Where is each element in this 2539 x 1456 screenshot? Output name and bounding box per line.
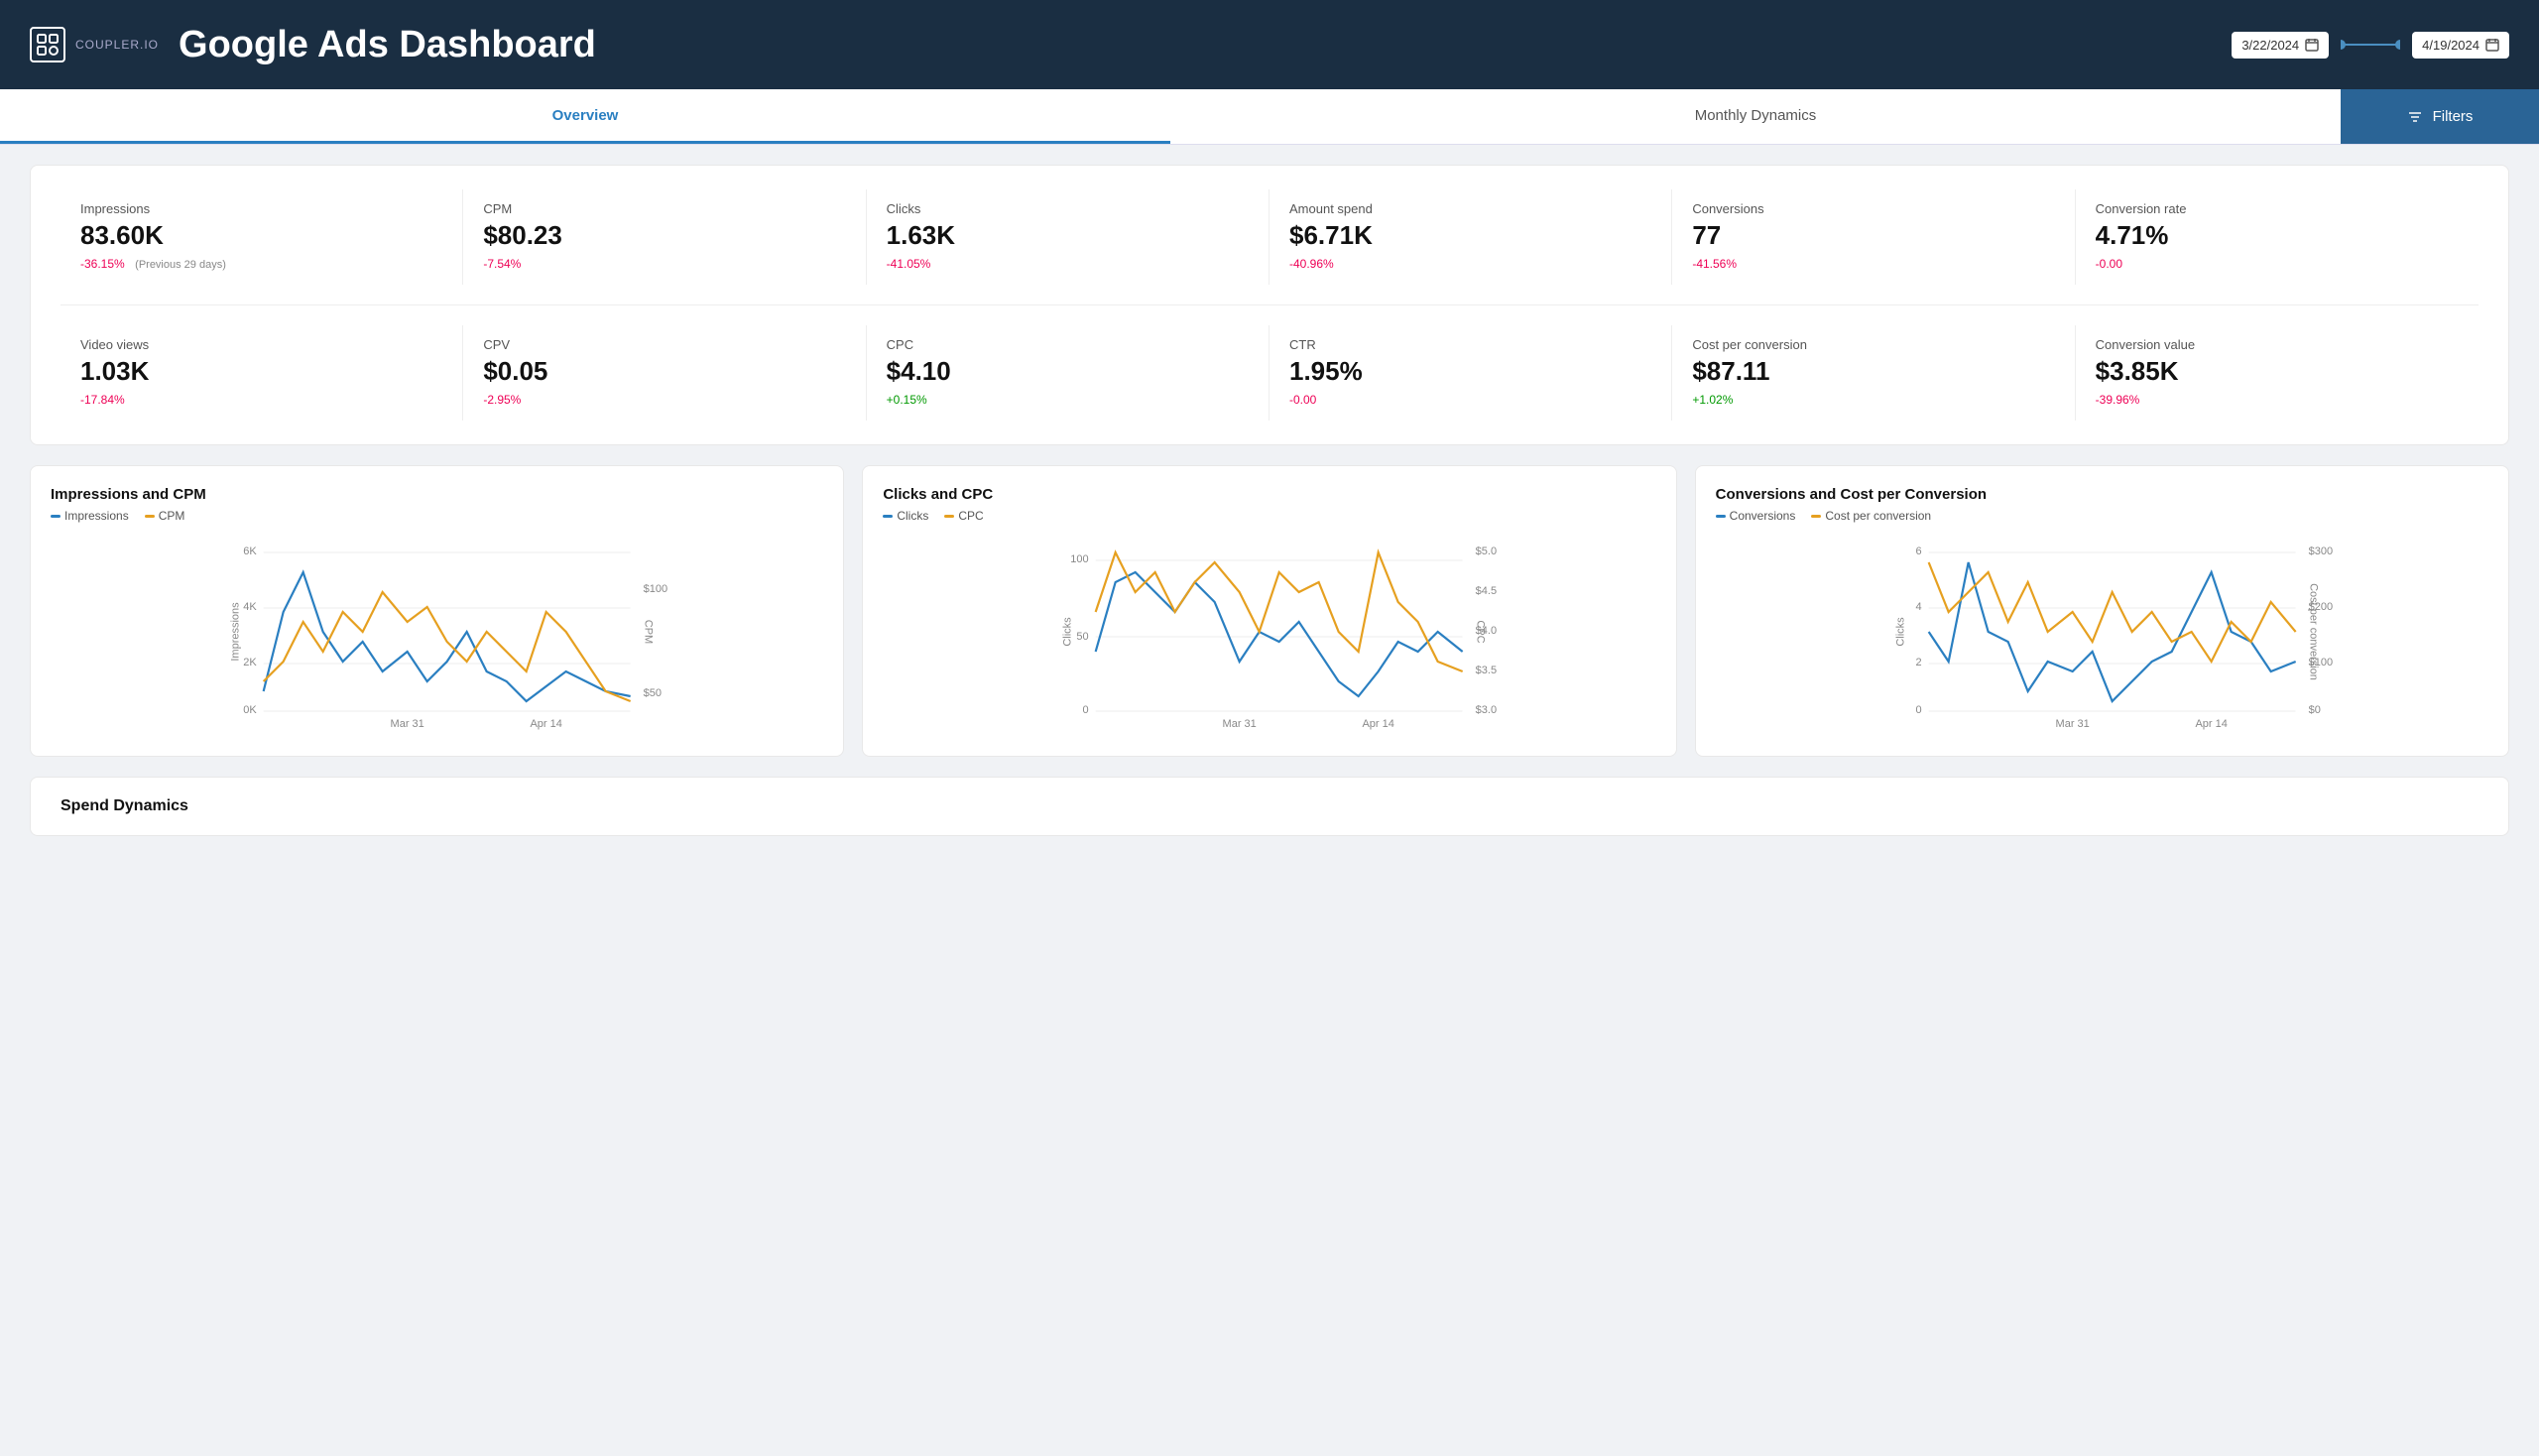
metric-conversions: Conversions 77 -41.56% — [1672, 189, 2075, 285]
svg-text:Mar 31: Mar 31 — [391, 718, 424, 730]
filters-button[interactable]: Filters — [2341, 89, 2539, 144]
svg-text:Clicks: Clicks — [1062, 617, 1074, 647]
svg-text:$0: $0 — [2308, 704, 2320, 716]
chart-svg-impressions-cpm: 6K 4K 2K 0K $100 $50 Impressions CPM Mar… — [51, 533, 823, 731]
logo-area: COUPLER.IO — [30, 27, 159, 62]
date-range-picker[interactable]: 3/22/2024 4/19/2024 — [2232, 32, 2509, 59]
svg-text:CPC: CPC — [1475, 620, 1487, 643]
logo-icon — [30, 27, 65, 62]
date-from-input[interactable]: 3/22/2024 — [2232, 32, 2329, 59]
metrics-card: Impressions 83.60K -36.15% (Previous 29 … — [30, 165, 2509, 445]
svg-text:$300: $300 — [2308, 546, 2332, 557]
svg-text:0: 0 — [1083, 704, 1089, 716]
svg-text:50: 50 — [1077, 631, 1089, 643]
chart-svg-clicks-cpc: 100 50 0 $5.0 $4.5 $4.0 $3.5 $3.0 Clicks… — [883, 533, 1655, 731]
svg-text:100: 100 — [1071, 553, 1089, 565]
svg-text:Apr 14: Apr 14 — [2195, 718, 2227, 730]
svg-text:$3.0: $3.0 — [1476, 704, 1497, 716]
tab-monthly-dynamics[interactable]: Monthly Dynamics — [1170, 89, 2341, 144]
legend-cost-per-conversion: Cost per conversion — [1811, 509, 1931, 523]
svg-text:$4.5: $4.5 — [1476, 585, 1497, 597]
metric-cpc: CPC $4.10 +0.15% — [867, 325, 1270, 421]
svg-text:$100: $100 — [644, 583, 667, 595]
svg-text:6K: 6K — [243, 546, 257, 557]
metrics-row-2: Video views 1.03K -17.84% CPV $0.05 -2.9… — [60, 304, 2479, 421]
svg-text:4: 4 — [1915, 601, 1921, 613]
svg-text:$5.0: $5.0 — [1476, 546, 1497, 557]
legend-cpm: CPM — [145, 509, 185, 523]
main-content: Impressions 83.60K -36.15% (Previous 29 … — [0, 145, 2539, 856]
svg-text:CPM: CPM — [643, 620, 655, 644]
metric-conversion-value: Conversion value $3.85K -39.96% — [2076, 325, 2479, 421]
svg-text:2: 2 — [1915, 657, 1921, 668]
page-title: Google Ads Dashboard — [179, 24, 596, 66]
svg-text:$3.5: $3.5 — [1476, 665, 1497, 676]
legend-dot-impressions — [51, 515, 60, 518]
svg-text:2K: 2K — [243, 657, 257, 668]
metric-impressions: Impressions 83.60K -36.15% (Previous 29 … — [60, 189, 463, 285]
header: COUPLER.IO Google Ads Dashboard 3/22/202… — [0, 0, 2539, 89]
metric-video-views: Video views 1.03K -17.84% — [60, 325, 463, 421]
metrics-row-1: Impressions 83.60K -36.15% (Previous 29 … — [60, 189, 2479, 285]
svg-text:Mar 31: Mar 31 — [1223, 718, 1257, 730]
metric-cpv: CPV $0.05 -2.95% — [463, 325, 866, 421]
date-to-input[interactable]: 4/19/2024 — [2412, 32, 2509, 59]
chart-impressions-cpm: Impressions and CPM Impressions CPM 6K 4… — [30, 465, 844, 757]
svg-text:Clicks: Clicks — [1894, 617, 1906, 647]
metric-cost-per-conversion: Cost per conversion $87.11 +1.02% — [1672, 325, 2075, 421]
chart-svg-conversions-cost: 6 4 2 0 $300 $200 $100 $0 Clicks Cost pe… — [1716, 533, 2488, 731]
svg-text:Mar 31: Mar 31 — [2055, 718, 2089, 730]
chart-clicks-cpc: Clicks and CPC Clicks CPC 100 50 0 $5.0 … — [862, 465, 1676, 757]
spend-dynamics-card: Spend Dynamics — [30, 777, 2509, 836]
svg-text:Cost per conversion: Cost per conversion — [2307, 583, 2319, 680]
charts-row: Impressions and CPM Impressions CPM 6K 4… — [30, 465, 2509, 757]
legend-clicks: Clicks — [883, 509, 928, 523]
legend-impressions: Impressions — [51, 509, 129, 523]
legend-dot-clicks — [883, 515, 893, 518]
svg-text:$50: $50 — [644, 687, 662, 699]
svg-text:Impressions: Impressions — [230, 602, 242, 662]
legend-dot-cost-per-conversion — [1811, 515, 1821, 518]
logo-text: COUPLER.IO — [75, 38, 159, 52]
svg-text:0K: 0K — [243, 704, 257, 716]
legend-dot-cpc — [944, 515, 954, 518]
chart-legend-1: Impressions CPM — [51, 509, 823, 523]
legend-dot-conversions — [1716, 515, 1726, 518]
chart-legend-2: Clicks CPC — [883, 509, 1655, 523]
metric-ctr: CTR 1.95% -0.00 — [1270, 325, 1672, 421]
metric-amount-spend: Amount spend $6.71K -40.96% — [1270, 189, 1672, 285]
svg-text:4K: 4K — [243, 601, 257, 613]
header-left: COUPLER.IO Google Ads Dashboard — [30, 24, 596, 66]
svg-text:0: 0 — [1915, 704, 1921, 716]
legend-dot-cpm — [145, 515, 155, 518]
svg-text:Apr 14: Apr 14 — [530, 718, 561, 730]
svg-text:6: 6 — [1915, 546, 1921, 557]
chart-legend-3: Conversions Cost per conversion — [1716, 509, 2488, 523]
filters-label: Filters — [2433, 108, 2474, 125]
svg-text:Apr 14: Apr 14 — [1363, 718, 1394, 730]
metric-conversion-rate: Conversion rate 4.71% -0.00 — [2076, 189, 2479, 285]
tab-overview[interactable]: Overview — [0, 89, 1170, 144]
chart-conversions-cost: Conversions and Cost per Conversion Conv… — [1695, 465, 2509, 757]
nav-bar: Overview Monthly Dynamics Filters — [0, 89, 2539, 145]
legend-conversions: Conversions — [1716, 509, 1796, 523]
metric-clicks: Clicks 1.63K -41.05% — [867, 189, 1270, 285]
legend-cpc: CPC — [944, 509, 983, 523]
metric-cpm: CPM $80.23 -7.54% — [463, 189, 866, 285]
